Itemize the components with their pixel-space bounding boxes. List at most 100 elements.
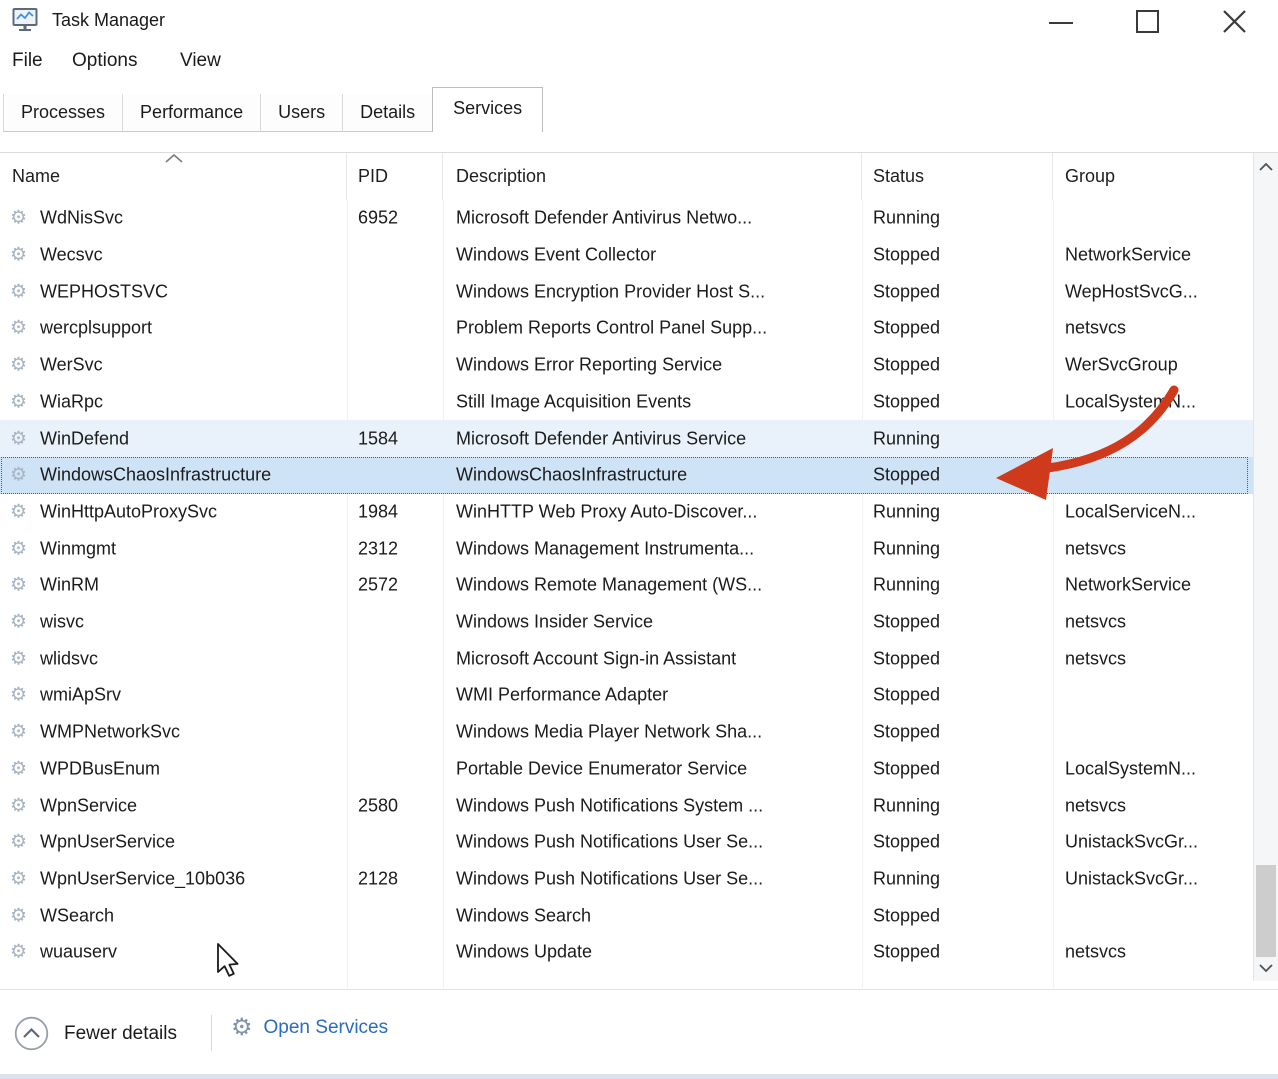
tab-processes[interactable]: Processes	[3, 94, 123, 132]
table-row[interactable]: ⚙WpnService2580Windows Push Notification…	[0, 787, 1253, 824]
table-row[interactable]: ⚙wlidsvcMicrosoft Account Sign-in Assist…	[0, 640, 1253, 677]
sort-ascending-icon	[163, 153, 185, 163]
service-description: Portable Device Enumerator Service	[456, 758, 856, 779]
table-row[interactable]: ⚙WpnUserServiceWindows Push Notification…	[0, 824, 1253, 861]
service-description: WMI Performance Adapter	[456, 685, 856, 706]
service-gear-icon: ⚙	[10, 796, 27, 815]
table-row[interactable]: ⚙WSearchWindows SearchStopped	[0, 897, 1253, 934]
service-rows: ⚙ WdNisSvc 6952 Microsoft Defender Antiviru…	[0, 200, 1253, 971]
service-gear-icon: ⚙	[10, 466, 27, 485]
service-description: WindowsChaosInfrastructure	[456, 465, 856, 486]
service-gear-icon: ⚙	[10, 209, 27, 228]
close-button[interactable]	[1205, 0, 1263, 42]
service-status: Stopped	[873, 355, 1048, 376]
service-name: wercplsupport	[40, 318, 340, 339]
table-row[interactable]: ⚙WMPNetworkSvcWindows Media Player Netwo…	[0, 714, 1253, 751]
table-row[interactable]: ⚙WdNisSvc6952Microsoft Defender Antiviru…	[0, 200, 1253, 237]
table-row[interactable]: ⚙ WPDBusEnum Portable Device Enumerator Se…	[0, 751, 1253, 788]
maximize-icon	[1136, 10, 1159, 33]
service-status: Stopped	[873, 465, 1048, 486]
service-description: WinHTTP Web Proxy Auto-Discover...	[456, 501, 856, 522]
table-row[interactable]: ⚙wercplsupportProblem Reports Control Pa…	[0, 310, 1253, 347]
service-name: WPDBusEnum	[40, 758, 340, 779]
tab-services[interactable]: Services	[432, 87, 543, 132]
menu-file[interactable]: File	[12, 50, 43, 72]
service-gear-icon: ⚙	[10, 392, 27, 411]
service-description: Windows Event Collector	[456, 245, 856, 266]
service-name: WEPHOSTSVC	[40, 281, 340, 302]
table-row[interactable]: ⚙WinRM2572Windows Remote Management (WS.…	[0, 567, 1253, 604]
tab-users[interactable]: Users	[261, 94, 343, 132]
service-pid: 1584	[358, 428, 438, 449]
column-header-description[interactable]: Description	[443, 153, 862, 200]
service-gear-icon: ⚙	[10, 319, 27, 338]
scroll-up-button[interactable]	[1254, 155, 1278, 177]
service-pid: 1984	[358, 501, 438, 522]
service-description: Windows Update	[456, 942, 856, 963]
service-gear-icon: ⚙	[10, 576, 27, 595]
scroll-down-button[interactable]	[1254, 957, 1278, 979]
service-name: WSearch	[40, 905, 340, 926]
table-row[interactable]: ⚙wisvcWindows Insider ServiceStoppednets…	[0, 604, 1253, 641]
service-description: Windows Push Notifications User Se...	[456, 832, 856, 853]
close-icon	[1221, 8, 1248, 35]
service-pid: 6952	[358, 208, 438, 229]
service-description: Microsoft Defender Antivirus Service	[456, 428, 856, 449]
table-row[interactable]: ⚙WindowsChaosInfrastructureWindowsChaosI…	[0, 457, 1253, 494]
service-status: Running	[873, 795, 1048, 816]
minimize-button[interactable]	[1032, 0, 1090, 42]
service-group: UnistackSvcGr...	[1065, 869, 1250, 890]
maximize-button[interactable]	[1118, 0, 1176, 42]
table-row[interactable]: ⚙wuauservWindows UpdateStoppednetsvcs	[0, 934, 1253, 971]
table-row[interactable]: ⚙Winmgmt2312Windows Management Instrumen…	[0, 530, 1253, 567]
service-description: Windows Management Instrumenta...	[456, 538, 856, 559]
service-name: WdNisSvc	[40, 208, 340, 229]
fewer-details-label: Fewer details	[64, 1023, 177, 1045]
services-gear-icon: ⚙	[231, 1016, 253, 1040]
service-gear-icon: ⚙	[10, 759, 27, 778]
service-group: netsvcs	[1065, 538, 1250, 559]
task-manager-app-icon	[12, 7, 38, 33]
service-group: LocalServiceN...	[1065, 501, 1250, 522]
service-name: Wecsvc	[40, 245, 340, 266]
title-bar: Task Manager	[0, 0, 1278, 44]
table-row[interactable]: ⚙WEPHOSTSVCWindows Encryption Provider H…	[0, 273, 1253, 310]
service-gear-icon: ⚙	[10, 833, 27, 852]
tab-details[interactable]: Details	[343, 94, 433, 132]
service-status: Stopped	[873, 318, 1048, 339]
open-services-link[interactable]: ⚙ Open Services	[231, 1016, 388, 1040]
table-row[interactable]: ⚙WinDefend1584Microsoft Defender Antivir…	[0, 420, 1253, 457]
table-row[interactable]: ⚙WiaRpcStill Image Acquisition EventsSto…	[0, 384, 1253, 421]
column-header-pid[interactable]: PID	[347, 153, 443, 200]
service-status: Running	[873, 538, 1048, 559]
table-row[interactable]: ⚙WinHttpAutoProxySvc1984WinHTTP Web Prox…	[0, 494, 1253, 531]
menu-view[interactable]: View	[180, 50, 221, 72]
service-status: Running	[873, 575, 1048, 596]
service-gear-icon: ⚙	[10, 723, 27, 742]
table-row[interactable]: ⚙wmiApSrvWMI Performance AdapterStopped	[0, 677, 1253, 714]
service-group: NetworkService	[1065, 245, 1250, 266]
vertical-scrollbar[interactable]	[1253, 153, 1278, 981]
service-gear-icon: ⚙	[10, 613, 27, 632]
service-description: Windows Insider Service	[456, 612, 856, 633]
scrollbar-thumb[interactable]	[1256, 865, 1276, 957]
service-group: WepHostSvcG...	[1065, 281, 1250, 302]
service-gear-icon: ⚙	[10, 356, 27, 375]
table-row[interactable]: ⚙WerSvcWindows Error Reporting ServiceSt…	[0, 347, 1253, 384]
table-row[interactable]: ⚙WpnUserService_10b0362128Windows Push N…	[0, 861, 1253, 898]
service-name: wisvc	[40, 612, 340, 633]
table-header: Name PID Description Status Group	[0, 153, 1253, 200]
service-group: LocalSystemN...	[1065, 391, 1250, 412]
tab-performance[interactable]: Performance	[123, 94, 261, 132]
table-row[interactable]: ⚙WecsvcWindows Event CollectorStoppedNet…	[0, 237, 1253, 274]
window-bottom-edge	[0, 1074, 1278, 1079]
service-status: Stopped	[873, 758, 1048, 779]
column-header-group[interactable]: Group	[1053, 153, 1253, 200]
menu-options[interactable]: Options	[72, 50, 137, 72]
service-description: Windows Push Notifications System ...	[456, 795, 856, 816]
column-header-status[interactable]: Status	[862, 153, 1053, 200]
service-name: WinDefend	[40, 428, 340, 449]
service-name: Winmgmt	[40, 538, 340, 559]
service-gear-icon: ⚙	[10, 870, 27, 889]
fewer-details-button[interactable]: Fewer details	[14, 1016, 177, 1051]
